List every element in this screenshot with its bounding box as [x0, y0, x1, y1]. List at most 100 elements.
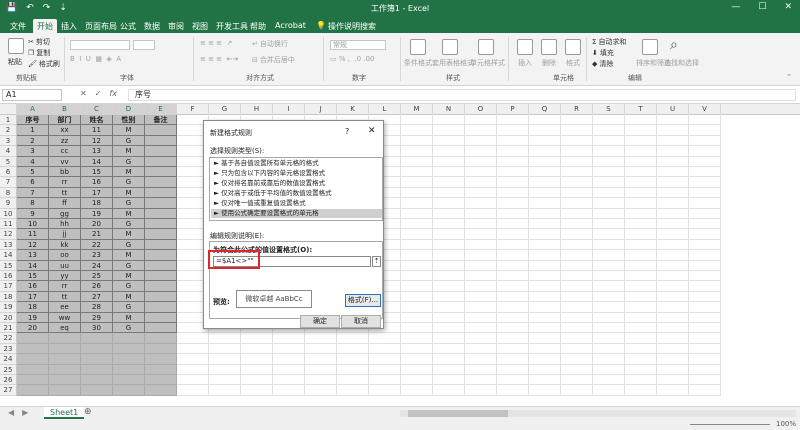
cell[interactable] [625, 323, 657, 334]
cell[interactable] [529, 271, 561, 282]
cell[interactable] [273, 354, 305, 365]
cell[interactable] [625, 364, 657, 375]
cell[interactable] [689, 375, 721, 386]
cell[interactable] [657, 312, 689, 323]
cell[interactable] [113, 385, 145, 396]
cell[interactable] [497, 385, 529, 396]
cell[interactable] [17, 375, 49, 386]
cell[interactable]: G [113, 239, 145, 251]
cell[interactable] [657, 333, 689, 344]
cell[interactable] [113, 343, 145, 355]
clear-button[interactable]: ◆ 清除 [592, 59, 613, 69]
cell[interactable] [497, 375, 529, 386]
cell[interactable] [241, 364, 273, 375]
cell[interactable] [497, 135, 529, 147]
cell[interactable] [49, 375, 81, 386]
cell[interactable] [113, 354, 145, 365]
cell[interactable] [337, 364, 369, 375]
cell[interactable] [561, 260, 593, 271]
row-header[interactable]: 5 [0, 156, 17, 167]
cell[interactable] [561, 208, 593, 219]
row-header[interactable]: 12 [0, 229, 17, 240]
cell[interactable] [81, 333, 113, 344]
cell[interactable] [465, 302, 497, 313]
cell[interactable]: rr [49, 281, 81, 292]
cell[interactable]: rr [49, 177, 81, 188]
cell[interactable]: 27 [81, 291, 113, 303]
cell[interactable] [689, 198, 721, 209]
cell[interactable]: 3 [17, 146, 49, 157]
cell[interactable] [465, 167, 497, 178]
cell[interactable] [465, 260, 497, 271]
cell[interactable] [625, 156, 657, 167]
cell[interactable]: 备注 [145, 115, 177, 126]
cell[interactable] [145, 156, 177, 167]
cell[interactable] [529, 135, 561, 147]
cell[interactable] [593, 187, 625, 199]
cell[interactable] [593, 219, 625, 230]
cell[interactable] [689, 229, 721, 240]
cell[interactable] [401, 187, 433, 199]
cell[interactable]: 28 [81, 302, 113, 313]
cell[interactable] [209, 385, 241, 396]
cell[interactable]: 序号 [17, 115, 49, 126]
cell[interactable] [657, 135, 689, 147]
cell[interactable] [401, 333, 433, 344]
cell[interactable] [433, 146, 465, 157]
cell[interactable] [625, 354, 657, 365]
cell[interactable] [241, 375, 273, 386]
cell[interactable] [433, 375, 465, 386]
cell[interactable] [49, 333, 81, 344]
delete-cells-icon[interactable] [541, 39, 557, 55]
cell[interactable]: hh [49, 219, 81, 230]
cell[interactable] [177, 375, 209, 386]
cell[interactable] [689, 125, 721, 136]
cell[interactable]: 14 [81, 156, 113, 167]
cell[interactable] [433, 302, 465, 313]
cell[interactable] [625, 343, 657, 355]
cell[interactable] [401, 260, 433, 271]
cell[interactable] [433, 271, 465, 282]
cell[interactable] [593, 135, 625, 147]
cell[interactable] [145, 198, 177, 209]
cell[interactable] [401, 219, 433, 230]
cell[interactable] [561, 135, 593, 147]
cell[interactable] [145, 385, 177, 396]
cell[interactable] [305, 375, 337, 386]
cell[interactable] [593, 271, 625, 282]
cell[interactable] [401, 250, 433, 261]
formula-input[interactable]: 序号 [128, 89, 796, 101]
cell[interactable] [689, 146, 721, 157]
cell[interactable]: M [113, 291, 145, 303]
help-icon[interactable]: ? [345, 127, 349, 136]
cancel-entry-icon[interactable]: ✕ [80, 89, 87, 98]
cell[interactable]: M [113, 271, 145, 282]
cell[interactable] [337, 343, 369, 355]
cell[interactable] [657, 198, 689, 209]
close-icon[interactable]: ✕ [368, 126, 376, 136]
cell[interactable] [689, 115, 721, 126]
row-header[interactable]: 16 [0, 271, 17, 282]
tab-page-layout[interactable]: 页面布局 [81, 19, 121, 33]
cell[interactable] [689, 364, 721, 375]
row-header[interactable]: 7 [0, 177, 17, 188]
cell[interactable]: 22 [81, 239, 113, 251]
cell[interactable] [145, 239, 177, 251]
cell[interactable] [433, 312, 465, 323]
cell[interactable]: M [113, 146, 145, 157]
confirm-entry-icon[interactable]: ✓ [95, 89, 102, 98]
cell[interactable] [145, 146, 177, 157]
cell[interactable] [497, 312, 529, 323]
cell[interactable] [241, 343, 273, 355]
cell[interactable] [81, 354, 113, 365]
ok-button[interactable]: 确定 [300, 315, 340, 328]
cell[interactable] [657, 187, 689, 199]
cell[interactable] [529, 385, 561, 396]
sort-filter-icon[interactable] [642, 39, 658, 55]
cell[interactable] [593, 375, 625, 386]
cell[interactable] [145, 291, 177, 303]
cell[interactable] [529, 343, 561, 355]
table-format-icon[interactable] [442, 39, 458, 55]
next-sheet-icon[interactable]: ▶ [22, 408, 28, 417]
cell[interactable] [497, 343, 529, 355]
